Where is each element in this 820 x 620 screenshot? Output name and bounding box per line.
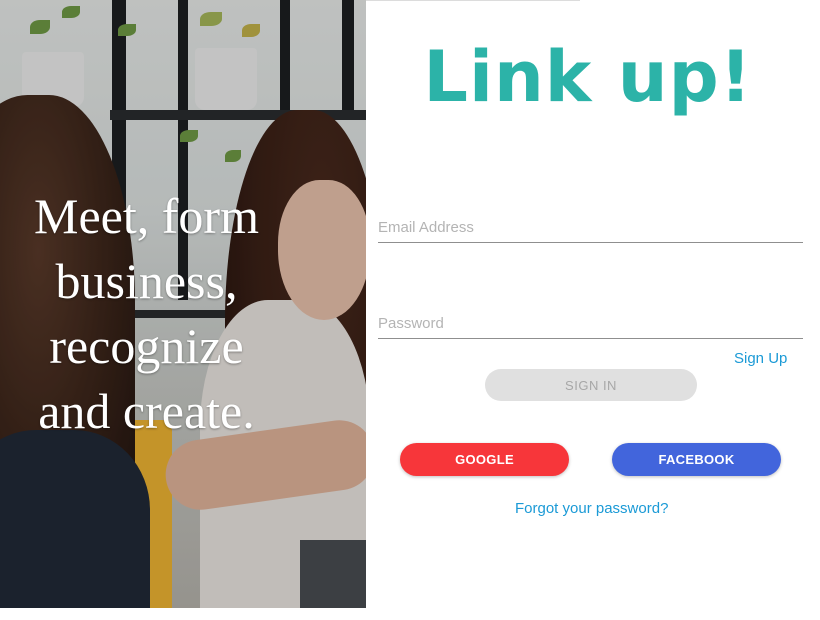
password-field <box>378 298 803 339</box>
hero-tagline: Meet, form business, recognize and creat… <box>0 184 293 444</box>
password-input[interactable] <box>378 315 803 332</box>
email-field <box>378 202 803 243</box>
sign-in-button[interactable]: SIGN IN <box>485 369 697 401</box>
top-divider <box>366 0 580 1</box>
email-input[interactable] <box>378 219 803 236</box>
google-button[interactable]: GOOGLE <box>400 443 569 476</box>
hero-tagline-line: business, <box>55 253 238 309</box>
brand-title: Link up! <box>423 36 753 118</box>
hero-tagline-line: and create. <box>38 383 255 439</box>
hero-tagline-line: recognize <box>49 318 244 374</box>
facebook-button[interactable]: FACEBOOK <box>612 443 781 476</box>
forgot-password-link[interactable]: Forgot your password? <box>515 500 668 517</box>
sign-up-link[interactable]: Sign Up <box>734 350 787 367</box>
hero-tagline-line: Meet, form <box>34 188 259 244</box>
